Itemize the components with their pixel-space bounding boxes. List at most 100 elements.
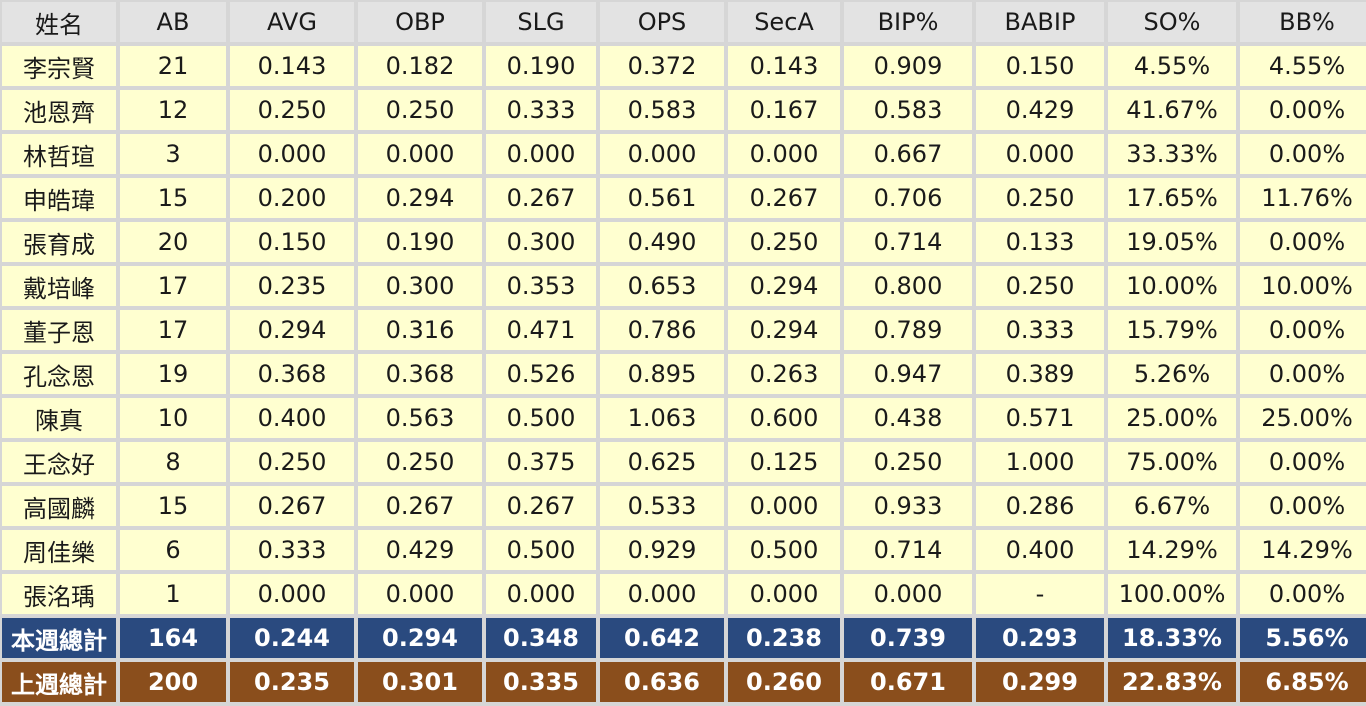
total-cell: 0.244: [230, 618, 354, 658]
stat-cell: 14.29%: [1108, 530, 1236, 570]
stat-cell: 0.929: [600, 530, 724, 570]
stat-cell: 17.65%: [1108, 178, 1236, 218]
player-row: 孔念恩 19 0.368 0.368 0.526 0.895 0.263 0.947 0.389…: [2, 354, 1366, 394]
total-cell: 0.636: [600, 662, 724, 702]
stat-cell: 0.300: [358, 266, 482, 306]
player-row: 張育成 20 0.150 0.190 0.300 0.490 0.250 0.714 0.133…: [2, 222, 1366, 262]
stat-cell: 1: [120, 574, 226, 614]
stat-cell: 1.063: [600, 398, 724, 438]
stat-cell: 17: [120, 266, 226, 306]
stat-cell: 75.00%: [1108, 442, 1236, 482]
stat-cell: 0.786: [600, 310, 724, 350]
stat-cell: 0.00%: [1240, 134, 1366, 174]
stat-cell: 0.526: [486, 354, 596, 394]
stat-cell: 14.29%: [1240, 530, 1366, 570]
stat-cell: 0.368: [358, 354, 482, 394]
player-name-cell: 張洺瑀: [2, 574, 116, 614]
stat-cell: 0.267: [486, 486, 596, 526]
total-cell: 0.301: [358, 662, 482, 702]
stat-cell: 0.653: [600, 266, 724, 306]
stat-cell: 0.167: [728, 90, 840, 130]
stat-cell: 0.375: [486, 442, 596, 482]
stat-cell: 0.800: [844, 266, 972, 306]
batting-stats-table: 姓名 AB AVG OBP SLG OPS SecA BIP% BABIP SO…: [0, 0, 1366, 706]
stat-cell: 0.933: [844, 486, 972, 526]
stat-cell: 0.372: [600, 46, 724, 86]
stat-cell: 0.533: [600, 486, 724, 526]
col-header-seca: SecA: [728, 2, 840, 42]
player-row: 高國麟 15 0.267 0.267 0.267 0.533 0.000 0.933 0.286…: [2, 486, 1366, 526]
player-row: 周佳樂 6 0.333 0.429 0.500 0.929 0.500 0.714 0.400 1…: [2, 530, 1366, 570]
stat-cell: 0.000: [976, 134, 1104, 174]
stat-cell: 0.267: [486, 178, 596, 218]
stat-cell: 0.267: [728, 178, 840, 218]
total-cell: 本週總計: [2, 618, 116, 658]
total-cell: 0.260: [728, 662, 840, 702]
col-header-avg: AVG: [230, 2, 354, 42]
stat-cell: 15: [120, 486, 226, 526]
stat-cell: 0.150: [230, 222, 354, 262]
stat-cell: 0.294: [230, 310, 354, 350]
stat-cell: 19.05%: [1108, 222, 1236, 262]
stat-cell: 1.000: [976, 442, 1104, 482]
stat-cell: 0.583: [600, 90, 724, 130]
stat-cell: 0.500: [486, 530, 596, 570]
stat-cell: 0.583: [844, 90, 972, 130]
stat-cell: 0.143: [728, 46, 840, 86]
stat-cell: 0.267: [358, 486, 482, 526]
player-name-cell: 申皓瑋: [2, 178, 116, 218]
total-cell: 0.299: [976, 662, 1104, 702]
stat-cell: -: [976, 574, 1104, 614]
stat-cell: 0.00%: [1240, 354, 1366, 394]
total-cell: 18.33%: [1108, 618, 1236, 658]
total-cell: 0.348: [486, 618, 596, 658]
stat-cell: 0.000: [230, 574, 354, 614]
stat-cell: 0.429: [358, 530, 482, 570]
player-name-cell: 張育成: [2, 222, 116, 262]
stat-cell: 0.00%: [1240, 574, 1366, 614]
player-name-cell: 董子恩: [2, 310, 116, 350]
stat-cell: 0.267: [230, 486, 354, 526]
stat-cell: 0.429: [976, 90, 1104, 130]
stat-cell: 0.333: [976, 310, 1104, 350]
stat-cell: 8: [120, 442, 226, 482]
player-row: 王念好 8 0.250 0.250 0.375 0.625 0.125 0.250 1.000 7…: [2, 442, 1366, 482]
stat-cell: 100.00%: [1108, 574, 1236, 614]
stat-cell: 0.00%: [1240, 442, 1366, 482]
total-cell: 0.335: [486, 662, 596, 702]
stat-cell: 15: [120, 178, 226, 218]
stat-cell: 10: [120, 398, 226, 438]
stat-cell: 0.667: [844, 134, 972, 174]
stat-cell: 0.133: [976, 222, 1104, 262]
stat-cell: 4.55%: [1240, 46, 1366, 86]
stat-cell: 0.500: [728, 530, 840, 570]
col-header-obp: OBP: [358, 2, 482, 42]
player-row: 董子恩 17 0.294 0.316 0.471 0.786 0.294 0.789 0.333…: [2, 310, 1366, 350]
stat-cell: 5.26%: [1108, 354, 1236, 394]
stat-cell: 17: [120, 310, 226, 350]
stat-cell: 0.250: [976, 178, 1104, 218]
stat-cell: 6: [120, 530, 226, 570]
stat-cell: 0.00%: [1240, 486, 1366, 526]
stat-cell: 0.294: [728, 310, 840, 350]
stat-cell: 0.143: [230, 46, 354, 86]
stat-cell: 6.67%: [1108, 486, 1236, 526]
col-header-babip: BABIP: [976, 2, 1104, 42]
stat-cell: 15.79%: [1108, 310, 1236, 350]
stat-cell: 0.300: [486, 222, 596, 262]
stat-cell: 0.400: [230, 398, 354, 438]
stat-cell: 0.571: [976, 398, 1104, 438]
stat-cell: 0.000: [600, 134, 724, 174]
stat-cell: 0.563: [358, 398, 482, 438]
total-cell: 0.294: [358, 618, 482, 658]
header-row: 姓名 AB AVG OBP SLG OPS SecA BIP% BABIP SO…: [2, 2, 1366, 42]
stat-cell: 0.000: [600, 574, 724, 614]
stat-cell: 0.250: [976, 266, 1104, 306]
stat-cell: 0.250: [230, 90, 354, 130]
stat-cell: 0.625: [600, 442, 724, 482]
stat-cell: 0.000: [728, 134, 840, 174]
stat-cell: 0.389: [976, 354, 1104, 394]
player-row: 林哲瑄 3 0.000 0.000 0.000 0.000 0.000 0.667 0.000 3…: [2, 134, 1366, 174]
stat-cell: 0.294: [358, 178, 482, 218]
player-rows: 李宗賢 21 0.143 0.182 0.190 0.372 0.143 0.909 0.150…: [2, 46, 1366, 614]
